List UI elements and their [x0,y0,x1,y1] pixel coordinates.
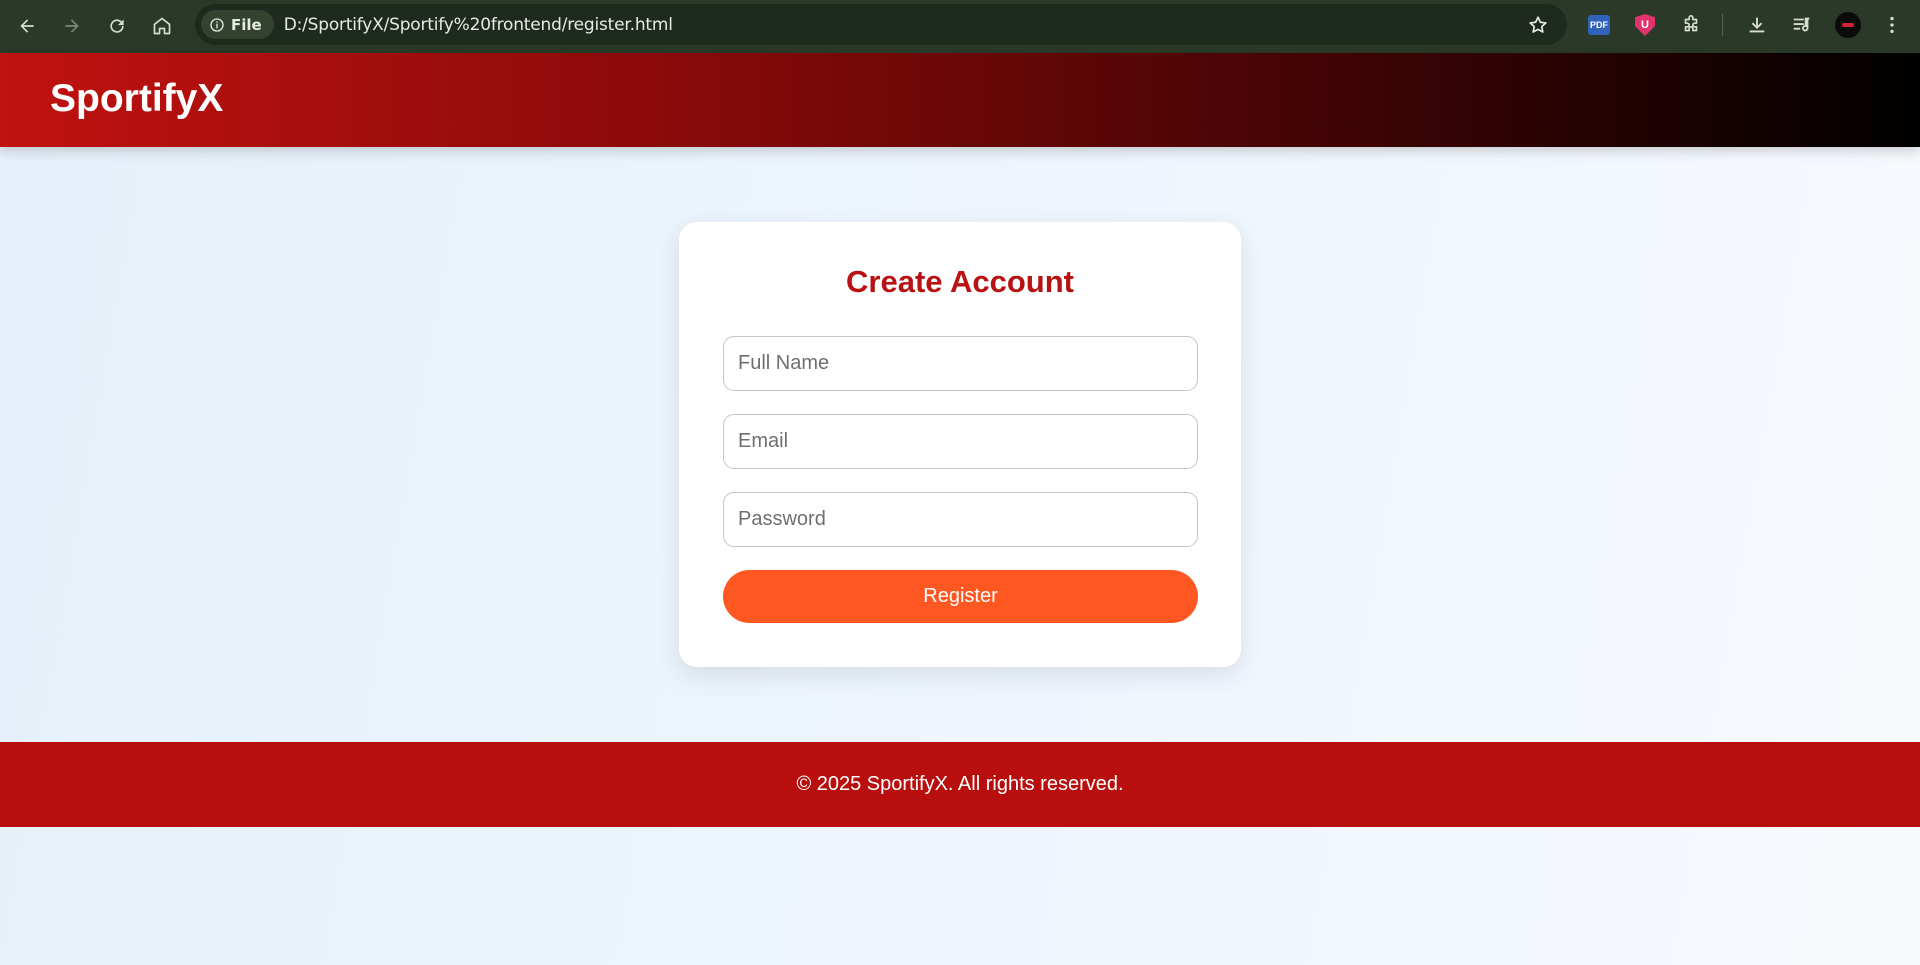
url-text[interactable]: D:/SportifyX/Sportify%20frontend/registe… [284,15,673,35]
shield-icon: U [1635,14,1655,36]
address-bar[interactable]: File D:/SportifyX/Sportify%20frontend/re… [195,4,1567,45]
info-icon [210,17,224,32]
profile-button[interactable] [1834,11,1862,39]
ublock-extension-button[interactable]: U [1631,11,1659,39]
reload-button[interactable] [102,11,132,41]
email-input[interactable] [723,414,1198,469]
puzzle-icon [1684,15,1698,32]
site-chip-label: File [231,15,262,34]
pdf-extension-button[interactable]: PDF [1585,11,1613,39]
playlist-music-icon [1793,17,1810,32]
home-button[interactable] [147,11,177,41]
media-control-button[interactable] [1788,11,1816,39]
password-input[interactable] [723,492,1198,547]
copyright-text: © 2025 SportifyX. All rights reserved. [796,773,1124,795]
toolbar-divider [1722,14,1723,36]
browser-menu-button[interactable] [1878,11,1906,39]
site-header: SportifyX [0,53,1920,147]
site-footer: © 2025 SportifyX. All rights reserved. [0,742,1920,827]
register-button[interactable]: Register [723,570,1198,623]
home-icon [153,17,171,35]
kebab-menu-icon [1890,16,1894,34]
site-info-chip[interactable]: File [201,10,274,39]
downloads-button[interactable] [1743,11,1771,39]
arrow-right-icon [65,19,79,33]
forward-button[interactable] [57,11,87,41]
back-button[interactable] [12,11,42,41]
extensions-button[interactable] [1677,11,1705,39]
form-title: Create Account [846,264,1074,299]
pdf-icon: PDF [1588,15,1610,35]
full-name-input[interactable] [723,336,1198,391]
register-card: Create Account Register [679,222,1241,667]
reload-icon [110,19,124,33]
download-icon [1749,17,1765,33]
browser-toolbar: File D:/SportifyX/Sportify%20frontend/re… [0,0,1920,53]
avatar [1835,12,1861,38]
arrow-left-icon [20,19,34,33]
site-logo[interactable]: SportifyX [50,77,223,121]
bookmark-star-icon[interactable] [1527,14,1549,36]
